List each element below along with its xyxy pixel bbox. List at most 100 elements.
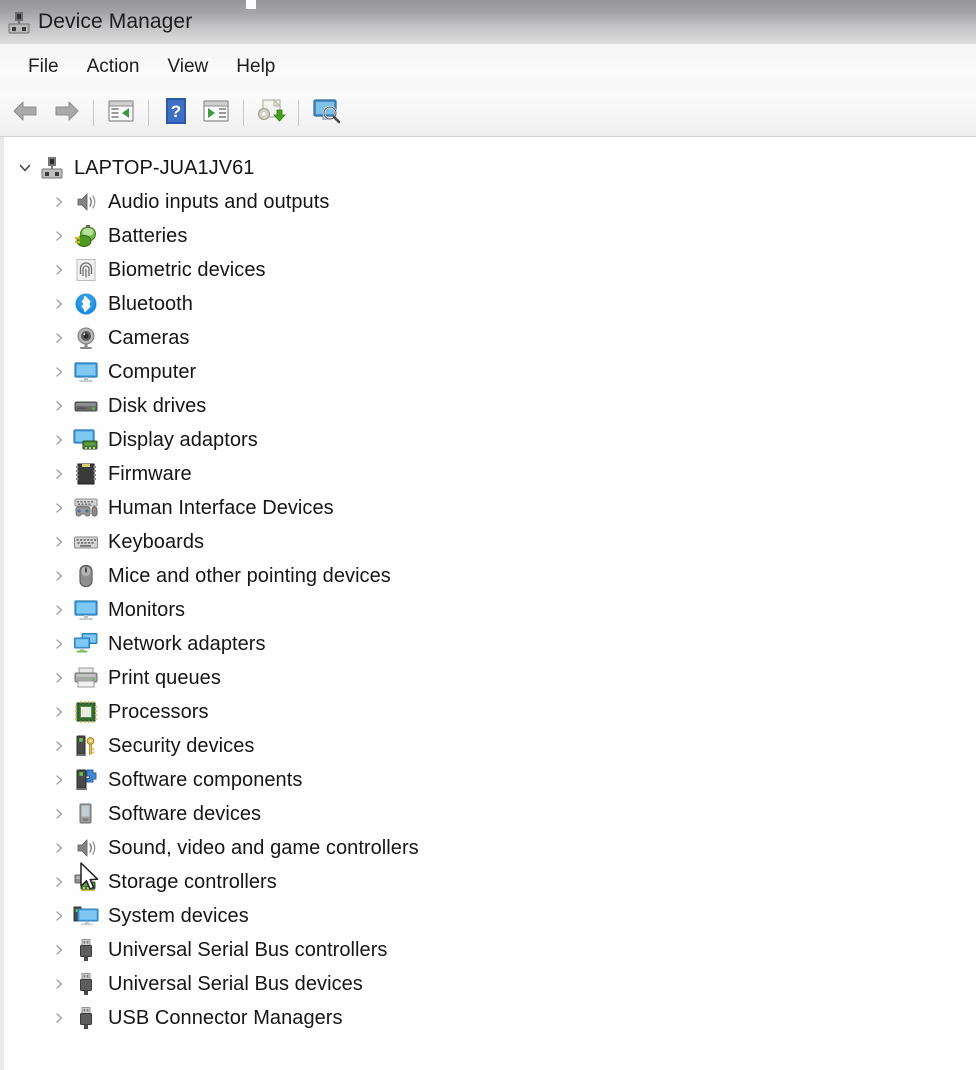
tree-item-security-devices[interactable]: Security devices xyxy=(4,729,976,763)
forward-arrow-icon xyxy=(51,99,81,128)
computer-root-icon xyxy=(38,155,66,181)
chevron-right-icon[interactable] xyxy=(46,569,72,583)
chevron-right-icon[interactable] xyxy=(46,433,72,447)
scan-for-hardware-changes-button[interactable] xyxy=(306,95,346,131)
chevron-right-icon[interactable] xyxy=(46,331,72,345)
chevron-right-icon[interactable] xyxy=(46,773,72,787)
chevron-right-icon[interactable] xyxy=(46,195,72,209)
battery-icon xyxy=(72,223,100,249)
menu-file[interactable]: File xyxy=(14,53,73,81)
tree-item-universal-serial-bus-devices[interactable]: Universal Serial Bus devices xyxy=(4,967,976,1001)
tree-item-human-interface-devices[interactable]: Human Interface Devices xyxy=(4,491,976,525)
toolbar: ? xyxy=(0,90,976,137)
tree-item-firmware[interactable]: Firmware xyxy=(4,457,976,491)
network-adapter-icon xyxy=(72,631,100,657)
tree-item-label: Bluetooth xyxy=(108,293,193,315)
usb-icon xyxy=(72,937,100,963)
tree-item-label: Firmware xyxy=(108,463,192,485)
monitor-icon xyxy=(72,359,100,385)
tree-item-label: USB Connector Managers xyxy=(108,1007,343,1029)
chevron-right-icon[interactable] xyxy=(46,229,72,243)
chevron-right-icon[interactable] xyxy=(46,365,72,379)
tree-item-mice-and-other-pointing-devices[interactable]: Mice and other pointing devices xyxy=(4,559,976,593)
tree-item-system-devices[interactable]: System devices xyxy=(4,899,976,933)
back-button[interactable] xyxy=(6,95,46,131)
toolbar-separator xyxy=(298,100,299,126)
chevron-right-icon[interactable] xyxy=(46,875,72,889)
chevron-right-icon[interactable] xyxy=(46,637,72,651)
chevron-right-icon[interactable] xyxy=(46,807,72,821)
tree-item-label: Security devices xyxy=(108,735,255,757)
menu-view[interactable]: View xyxy=(153,53,222,81)
title-bar: Device Manager xyxy=(0,0,976,44)
software-component-icon xyxy=(72,767,100,793)
show-hide-console-tree-button[interactable] xyxy=(101,95,141,131)
tree-item-display-adaptors[interactable]: Display adaptors xyxy=(4,423,976,457)
properties-icon xyxy=(202,99,230,128)
tree-item-disk-drives[interactable]: Disk drives xyxy=(4,389,976,423)
tree-item-label: Biometric devices xyxy=(108,259,266,281)
toolbar-separator xyxy=(243,100,244,126)
tree-item-processors[interactable]: Processors xyxy=(4,695,976,729)
chevron-down-icon[interactable] xyxy=(12,161,38,175)
properties-button[interactable] xyxy=(196,95,236,131)
tree-item-label: Audio inputs and outputs xyxy=(108,191,330,213)
tree-item-print-queues[interactable]: Print queues xyxy=(4,661,976,695)
bluetooth-icon xyxy=(72,291,100,317)
tree-item-computer[interactable]: Computer xyxy=(4,355,976,389)
forward-button[interactable] xyxy=(46,95,86,131)
tree-item-storage-controllers[interactable]: Storage controllers xyxy=(4,865,976,899)
tree-item-usb-connector-managers[interactable]: USB Connector Managers xyxy=(4,1001,976,1035)
tree-root-row[interactable]: LAPTOP-JUA1JV61 xyxy=(4,151,976,185)
device-tree-panel[interactable]: LAPTOP-JUA1JV61 Audio inputs and outputs xyxy=(0,137,976,1070)
chevron-right-icon[interactable] xyxy=(46,467,72,481)
device-tree: LAPTOP-JUA1JV61 Audio inputs and outputs xyxy=(4,137,976,1035)
tree-item-label: Software devices xyxy=(108,803,262,825)
speaker-icon xyxy=(72,189,100,215)
chevron-right-icon[interactable] xyxy=(46,399,72,413)
tree-item-software-devices[interactable]: Software devices xyxy=(4,797,976,831)
tree-item-label: Mice and other pointing devices xyxy=(108,565,391,587)
chevron-right-icon[interactable] xyxy=(46,297,72,311)
camera-icon xyxy=(72,325,100,351)
chevron-right-icon[interactable] xyxy=(46,501,72,515)
chevron-right-icon[interactable] xyxy=(46,977,72,991)
chevron-right-icon[interactable] xyxy=(46,909,72,923)
tree-item-biometric-devices[interactable]: Biometric devices xyxy=(4,253,976,287)
tree-root-label: LAPTOP-JUA1JV61 xyxy=(74,157,255,179)
chevron-right-icon[interactable] xyxy=(46,739,72,753)
tree-item-audio-inputs-and-outputs[interactable]: Audio inputs and outputs xyxy=(4,185,976,219)
help-icon: ? xyxy=(164,97,188,130)
update-driver-button[interactable] xyxy=(251,95,291,131)
tree-item-sound-video-and-game-controllers[interactable]: Sound, video and game controllers xyxy=(4,831,976,865)
menu-action[interactable]: Action xyxy=(73,53,154,81)
tree-item-cameras[interactable]: Cameras xyxy=(4,321,976,355)
chevron-right-icon[interactable] xyxy=(46,705,72,719)
tree-item-label: Display adaptors xyxy=(108,429,258,451)
chevron-right-icon[interactable] xyxy=(46,1011,72,1025)
device-manager-window: Device Manager File Action View Help ? L… xyxy=(0,0,976,1070)
chevron-right-icon[interactable] xyxy=(46,603,72,617)
menu-help[interactable]: Help xyxy=(222,53,289,81)
window-title: Device Manager xyxy=(38,10,193,33)
show-hide-console-tree-icon xyxy=(107,99,135,128)
storage-controller-icon xyxy=(72,869,100,895)
tree-item-keyboards[interactable]: Keyboards xyxy=(4,525,976,559)
tree-item-batteries[interactable]: Batteries xyxy=(4,219,976,253)
titlebar-notch xyxy=(246,0,256,9)
tree-item-label: Disk drives xyxy=(108,395,207,417)
chevron-right-icon[interactable] xyxy=(46,671,72,685)
toolbar-separator xyxy=(93,100,94,126)
software-device-icon xyxy=(72,801,100,827)
tree-item-bluetooth[interactable]: Bluetooth xyxy=(4,287,976,321)
chevron-right-icon[interactable] xyxy=(46,535,72,549)
security-device-icon xyxy=(72,733,100,759)
tree-item-network-adapters[interactable]: Network adapters xyxy=(4,627,976,661)
tree-item-software-components[interactable]: Software components xyxy=(4,763,976,797)
chevron-right-icon[interactable] xyxy=(46,943,72,957)
help-button[interactable]: ? xyxy=(156,95,196,131)
chevron-right-icon[interactable] xyxy=(46,263,72,277)
chevron-right-icon[interactable] xyxy=(46,841,72,855)
tree-item-monitors[interactable]: Monitors xyxy=(4,593,976,627)
tree-item-universal-serial-bus-controllers[interactable]: Universal Serial Bus controllers xyxy=(4,933,976,967)
